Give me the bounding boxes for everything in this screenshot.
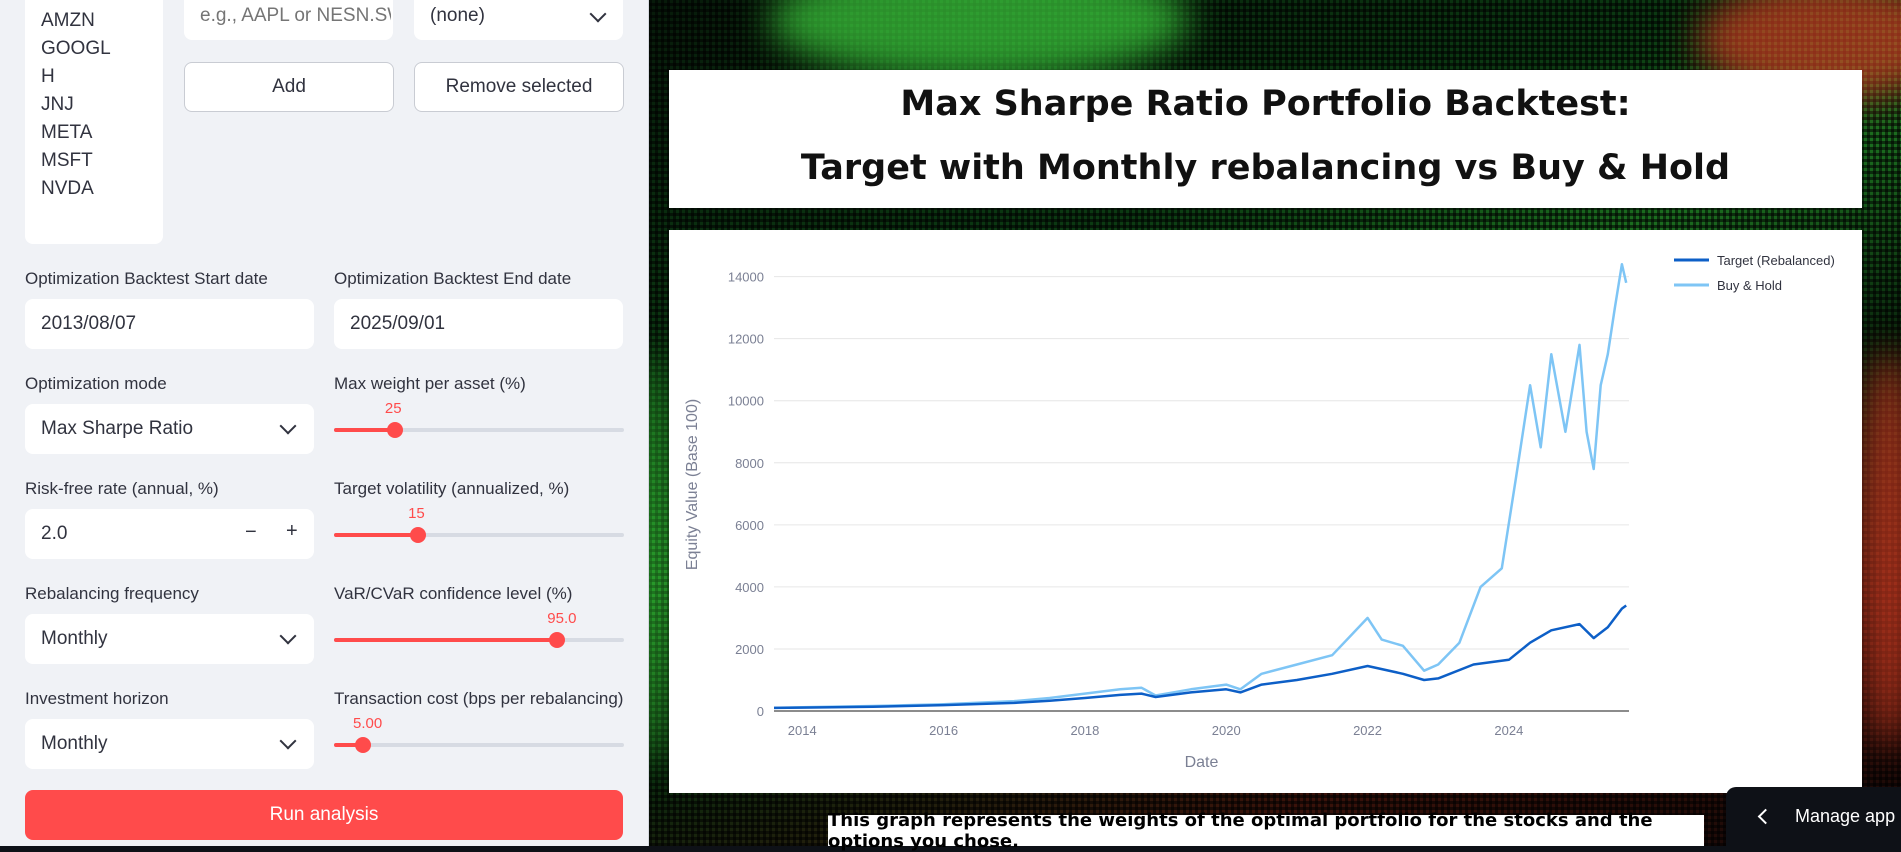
equity-chart[interactable]: 0 2000 4000 6000 8000 10000 12000 14000 2014 2016… xyxy=(669,230,1862,793)
manage-app-button[interactable]: Manage app xyxy=(1726,787,1901,846)
y-tick-label: 14000 xyxy=(728,270,764,285)
remove-selected-button[interactable]: Remove selected xyxy=(414,62,624,112)
horizon-select[interactable]: Monthly xyxy=(25,719,314,769)
ticker-item[interactable]: H xyxy=(41,66,55,88)
chart-title-line-1: Max Sharpe Ratio Portfolio Backtest: xyxy=(900,84,1631,124)
x-tick-label: 2014 xyxy=(788,723,817,738)
ticker-list[interactable]: AMZN GOOGL H JNJ META MSFT NVDA xyxy=(25,0,163,244)
chart-caption: This graph represents the weights of the… xyxy=(828,810,1704,852)
sidebar: AMZN GOOGL H JNJ META MSFT NVDA (none) A… xyxy=(0,0,649,846)
x-tick-label: 2020 xyxy=(1212,723,1241,738)
risk-free-input[interactable]: 2.0 − + xyxy=(25,509,314,559)
rebalancing-select-value: Monthly xyxy=(41,628,108,649)
ticker-item[interactable]: MSFT xyxy=(41,150,93,172)
transaction-cost-label: Transaction cost (bps per rebalancing) xyxy=(334,689,624,708)
ticker-item[interactable]: NVDA xyxy=(41,178,94,200)
chart-title-line-2: Target with Monthly rebalancing vs Buy &… xyxy=(800,148,1731,188)
slider-fill xyxy=(334,533,419,537)
horizon-label: Investment horizon xyxy=(25,689,169,708)
slider-value: 25 xyxy=(384,400,402,417)
ticker-item[interactable]: GOOGL xyxy=(41,38,111,60)
max-weight-slider[interactable]: 25 xyxy=(334,400,624,450)
risk-free-value: 2.0 xyxy=(41,523,68,544)
ticker-input[interactable] xyxy=(184,0,393,40)
slider-value: 15 xyxy=(408,505,425,522)
chevron-down-icon xyxy=(589,5,607,23)
x-axis-label: Date xyxy=(1185,754,1219,771)
ticker-select-value: (none) xyxy=(430,5,485,26)
y-tick-label: 10000 xyxy=(728,394,764,409)
slider-track xyxy=(334,743,624,747)
background-glow xyxy=(1859,350,1901,750)
horizon-select-value: Monthly xyxy=(41,733,108,754)
ticker-item[interactable]: AMZN xyxy=(41,10,95,32)
end-date-value: 2025/09/01 xyxy=(350,313,446,334)
increment-button[interactable]: + xyxy=(286,520,298,543)
mode-label: Optimization mode xyxy=(25,374,167,393)
y-tick-label: 4000 xyxy=(735,580,764,595)
legend-label: Target (Rebalanced) xyxy=(1717,253,1835,268)
x-tick-label: 2022 xyxy=(1353,723,1382,738)
slider-value: 5.00 xyxy=(353,715,383,732)
target-vol-label: Target volatility (annualized, %) xyxy=(334,479,570,498)
chevron-down-icon xyxy=(279,627,297,645)
run-analysis-button[interactable]: Run analysis xyxy=(25,790,623,840)
slider-thumb[interactable] xyxy=(355,737,371,753)
transaction-cost-slider[interactable]: 5.00 xyxy=(334,715,624,765)
var-label: VaR/CVaR confidence level (%) xyxy=(334,584,573,603)
decrement-button[interactable]: − xyxy=(245,521,257,544)
rebalancing-select[interactable]: Monthly xyxy=(25,614,314,664)
y-tick-label: 8000 xyxy=(735,456,764,471)
slider-thumb[interactable] xyxy=(549,632,566,648)
target-vol-slider[interactable]: 15 xyxy=(334,505,624,555)
series-line-buy-hold xyxy=(773,262,1628,710)
ticker-select[interactable]: (none) xyxy=(414,0,623,40)
chevron-down-icon xyxy=(279,417,297,435)
rebalancing-label: Rebalancing frequency xyxy=(25,584,199,603)
ticker-item[interactable]: JNJ xyxy=(41,94,74,116)
y-tick-label: 6000 xyxy=(735,518,764,533)
y-tick-label: 2000 xyxy=(735,642,764,657)
x-tick-label: 2018 xyxy=(1070,723,1099,738)
slider-fill xyxy=(334,638,558,642)
var-slider[interactable]: 95.0 xyxy=(334,610,624,660)
chevron-down-icon xyxy=(279,732,297,750)
start-date-value: 2013/08/07 xyxy=(41,313,137,334)
ticker-item[interactable]: META xyxy=(41,122,92,144)
series-line-target xyxy=(773,604,1627,710)
legend-label: Buy & Hold xyxy=(1717,278,1782,293)
x-tick-label: 2016 xyxy=(929,723,958,738)
y-axis-label: Equity Value (Base 100) xyxy=(684,399,701,570)
background-glow xyxy=(769,0,1189,80)
manage-app-label: Manage app xyxy=(1795,806,1896,826)
max-weight-label: Max weight per asset (%) xyxy=(334,374,526,393)
add-button[interactable]: Add xyxy=(184,62,394,112)
end-date-input[interactable]: 2025/09/01 xyxy=(334,299,623,349)
slider-thumb[interactable] xyxy=(386,422,403,438)
chart-title-panel: Max Sharpe Ratio Portfolio Backtest: Tar… xyxy=(669,70,1862,208)
y-tick-label: 12000 xyxy=(728,332,764,347)
slider-thumb[interactable] xyxy=(410,527,427,543)
background-glow xyxy=(649,350,669,770)
slider-value: 95.0 xyxy=(547,610,577,627)
mode-select[interactable]: Max Sharpe Ratio xyxy=(25,404,314,454)
chart-panel: 0 2000 4000 6000 8000 10000 12000 14000 2014 2016… xyxy=(669,230,1862,793)
risk-free-label: Risk-free rate (annual, %) xyxy=(25,479,219,498)
slider-fill xyxy=(334,428,395,432)
start-date-input[interactable]: 2013/08/07 xyxy=(25,299,314,349)
x-tick-label: 2024 xyxy=(1494,723,1523,738)
start-date-label: Optimization Backtest Start date xyxy=(25,269,268,288)
chevron-left-icon xyxy=(1757,808,1774,825)
end-date-label: Optimization Backtest End date xyxy=(334,269,572,288)
y-tick-label: 0 xyxy=(757,704,764,719)
mode-select-value: Max Sharpe Ratio xyxy=(41,418,194,439)
